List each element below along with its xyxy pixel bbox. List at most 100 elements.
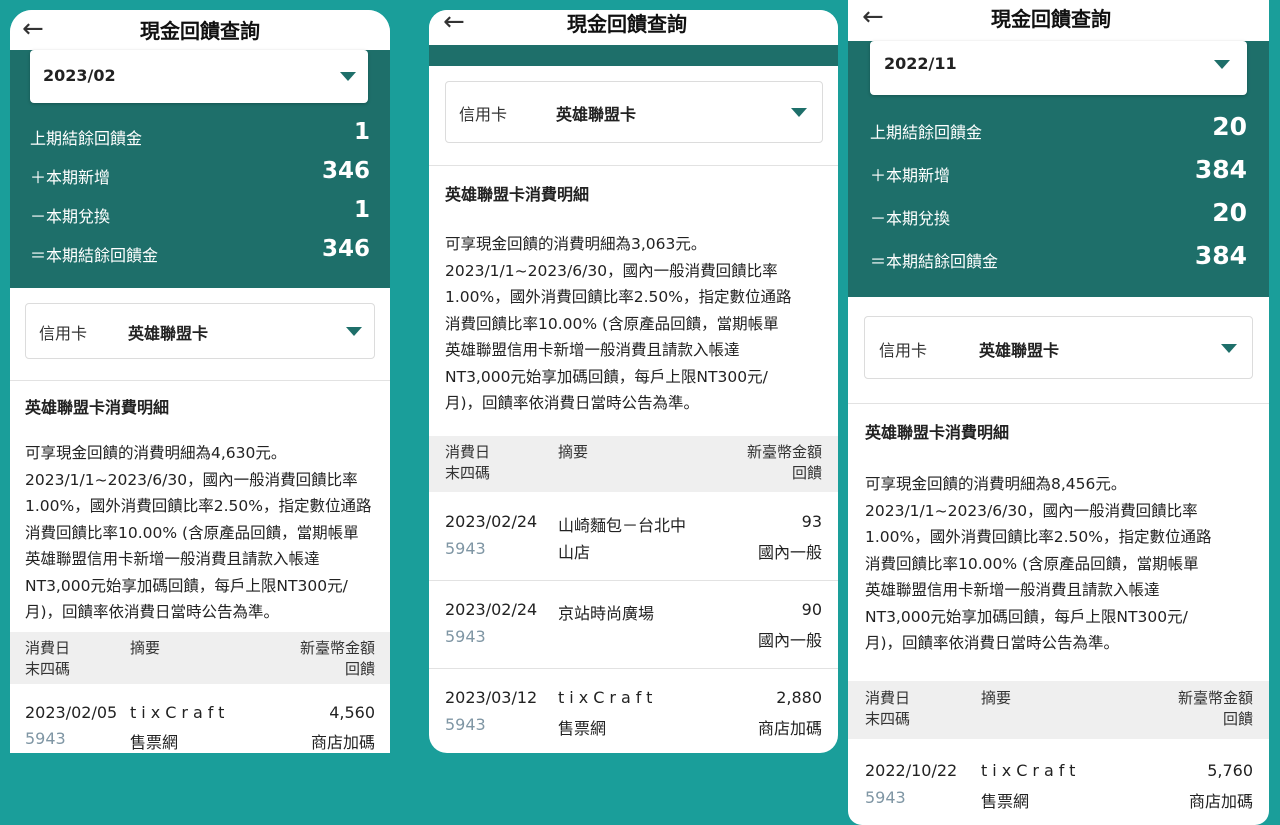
row-reward-type: 商店加碼 [757,719,822,738]
card-selector[interactable]: 信用卡 英雄聯盟卡 [25,303,375,359]
header-reward: 回饋 [1222,710,1253,728]
card-selector[interactable]: 信用卡 英雄聯盟卡 [864,316,1253,379]
caret-down-icon [340,72,356,81]
period-selector[interactable]: 2023/02 [30,50,368,103]
row-card: 5943 [445,539,486,558]
green-band [429,45,838,66]
reward-summary-section: 2022/11 上期結餘回饋金 20 ＋本期新增 384 －本期兌換 20 ＝本… [848,41,1269,297]
row-merchant-line2: 售票網 [558,719,607,738]
row-merchant-line2: 售票網 [130,733,179,752]
row-card: 5943 [445,627,486,646]
summary-value-redeemed: 1 [353,197,370,223]
table-header: 消費日 末四碼 摘要 新臺幣金額 回饋 [848,681,1269,739]
header-card-tail: 末四碼 [865,710,911,728]
caret-down-icon [1221,344,1237,353]
summary-label-redeemed: －本期兌換 [870,209,951,228]
caret-down-icon [346,327,362,336]
table-header: 消費日 末四碼 摘要 新臺幣金額 回饋 [429,436,838,492]
page-title: 現金回饋查詢 [567,12,687,36]
arrow-left-icon[interactable]: ← [22,16,44,42]
table-row[interactable]: 2022/10/22 5943 tixCraft 售票網 5,760 商店加碼 [848,739,1269,825]
app-header: ← 現金回饋查詢 [10,10,390,50]
row-amount: 2,880 [776,688,822,707]
section-title: 英雄聯盟卡消費明細 [865,423,1010,442]
header-amount: 新臺幣金額 [299,639,375,657]
reward-description: 可享現金回饋的消費明細為4,630元。 2023/1/1~2023/6/30，國… [25,444,372,621]
summary-value-previous: 1 [353,119,370,145]
header-summary: 摘要 [558,443,589,461]
row-date: 2023/02/05 [25,703,118,722]
app-header: ← 現金回饋查詢 [848,0,1269,41]
card-name: 英雄聯盟卡 [128,324,209,343]
row-date: 2023/03/12 [445,688,538,707]
summary-label-balance: ＝本期結餘回饋金 [870,252,999,271]
period-value: 2023/02 [43,66,116,85]
row-merchant-line2: 售票網 [981,792,1030,811]
reward-description: 可享現金回饋的消費明細為3,063元。 2023/1/1~2023/6/30，國… [445,235,792,412]
summary-value-balance: 384 [1194,241,1247,270]
row-reward-type: 國內一般 [757,543,822,562]
summary-value-added: 384 [1194,155,1247,184]
app-header: ← 現金回饋查詢 [429,10,838,45]
row-card: 5943 [445,715,486,734]
row-merchant: 京站時尚廣場 [558,604,655,623]
card-name: 英雄聯盟卡 [556,105,637,124]
row-merchant: 山崎麵包－台北中 [558,516,687,535]
divider [429,165,838,166]
table-row[interactable]: 2023/02/05 5943 tixCraft 售票網 4,560 商店加碼 [10,684,390,753]
card-name: 英雄聯盟卡 [979,341,1060,360]
statement-panel-nov-2022: ← 現金回饋查詢 2022/11 上期結餘回饋金 20 ＋本期新增 384 －本… [848,0,1269,825]
row-card: 5943 [25,729,66,748]
row-reward-type: 國內一般 [757,631,822,650]
row-reward-type: 商店加碼 [1188,792,1253,811]
reward-summary-section: 2023/02 上期結餘回饋金 1 ＋本期新增 346 －本期兌換 1 ＝本期結… [10,50,390,288]
header-date: 消費日 [25,639,71,657]
header-summary: 摘要 [130,639,161,657]
row-amount: 90 [801,600,822,619]
summary-label-redeemed: －本期兌換 [30,207,111,226]
row-amount: 4,560 [329,703,375,722]
summary-label-previous: 上期結餘回饋金 [870,123,983,142]
period-value: 2022/11 [884,54,957,73]
card-type-label: 信用卡 [39,324,88,343]
summary-label-added: ＋本期新增 [870,166,951,185]
summary-value-added: 346 [321,158,370,184]
section-title: 英雄聯盟卡消費明細 [25,398,170,417]
header-reward: 回饋 [344,660,375,678]
arrow-left-icon[interactable]: ← [862,4,884,30]
table-row[interactable]: 2023/03/12 5943 tixCraft 售票網 2,880 商店加碼 [429,669,838,753]
page-title: 現金回饋查詢 [140,19,260,43]
caret-down-icon [791,108,807,117]
header-amount: 新臺幣金額 [746,443,822,461]
summary-label-balance: ＝本期結餘回饋金 [30,246,159,265]
arrow-left-icon[interactable]: ← [443,10,465,35]
row-merchant: tixCraft [558,688,658,707]
summary-value-balance: 346 [321,236,370,262]
table-header: 消費日 末四碼 摘要 新臺幣金額 回饋 [10,632,390,684]
period-selector[interactable]: 2022/11 [870,41,1247,95]
row-merchant: tixCraft [130,703,230,722]
reward-description: 可享現金回饋的消費明細為8,456元。 2023/1/1~2023/6/30，國… [865,475,1212,652]
header-amount: 新臺幣金額 [1177,689,1253,707]
row-merchant: tixCraft [981,761,1081,780]
section-title: 英雄聯盟卡消費明細 [445,185,590,204]
card-selector[interactable]: 信用卡 英雄聯盟卡 [445,81,823,143]
table-row[interactable]: 2023/02/24 5943 京站時尚廣場 90 國內一般 [429,581,838,669]
header-date: 消費日 [865,689,911,707]
row-merchant-line2: 山店 [558,543,591,562]
row-amount: 5,760 [1207,761,1253,780]
summary-value-previous: 20 [1212,112,1247,141]
header-card-tail: 末四碼 [25,660,71,678]
row-date: 2023/02/24 [445,512,538,531]
statement-panel-card-detail: ← 現金回饋查詢 信用卡 英雄聯盟卡 英雄聯盟卡消費明細 可享現金回饋的消費明細… [429,10,838,753]
divider [848,403,1269,404]
header-date: 消費日 [445,443,491,461]
statement-panel-feb-2023: ← 現金回饋查詢 2023/02 上期結餘回饋金 1 ＋本期新增 346 －本期… [10,10,390,753]
row-amount: 93 [801,512,822,531]
row-reward-type: 商店加碼 [310,733,375,752]
header-reward: 回饋 [791,464,822,482]
summary-label-added: ＋本期新增 [30,168,111,187]
divider [10,380,390,381]
table-row[interactable]: 2023/02/24 5943 山崎麵包－台北中 山店 93 國內一般 [429,492,838,581]
card-type-label: 信用卡 [879,341,928,360]
